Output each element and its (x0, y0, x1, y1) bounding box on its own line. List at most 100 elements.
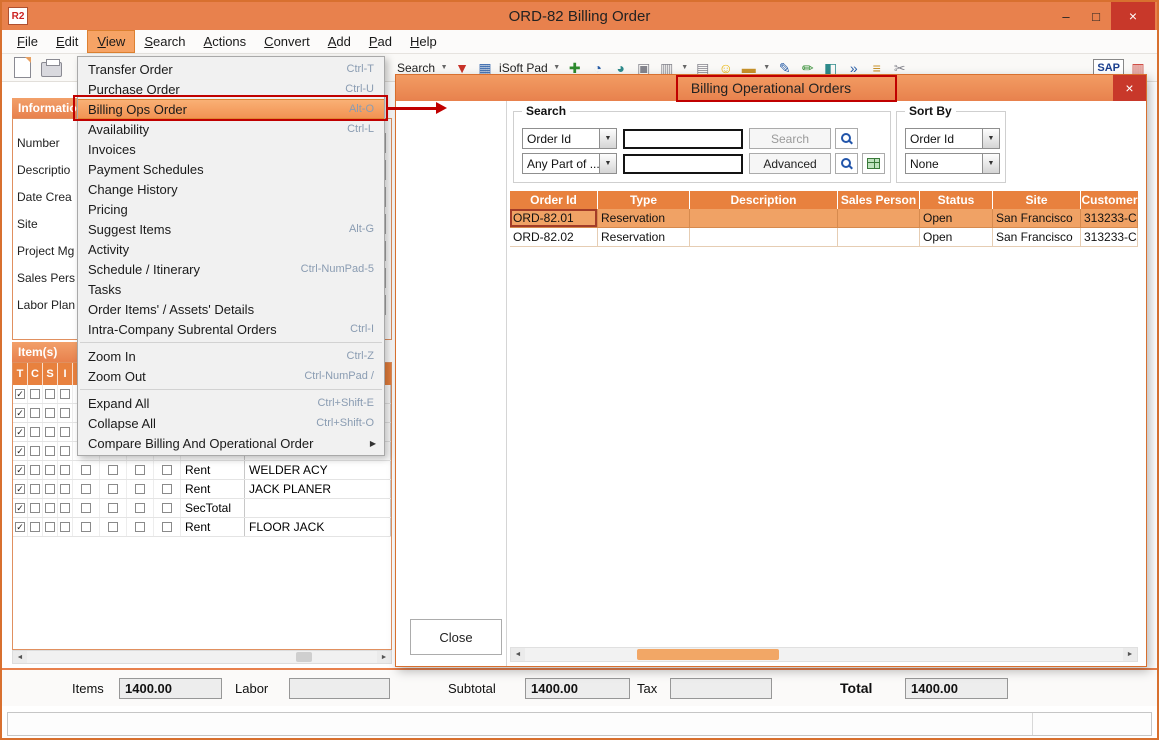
sort-secondary-combo[interactable]: None ▼ (905, 153, 1000, 174)
menubar-item[interactable]: Actions (195, 30, 256, 53)
checkbox[interactable] (30, 503, 40, 513)
items-table-row[interactable]: ✓ Rent WELDER ACY (13, 461, 391, 480)
checkbox[interactable] (108, 465, 118, 475)
checkbox[interactable] (45, 389, 55, 399)
menubar-item[interactable]: Convert (255, 30, 319, 53)
grid-column-header[interactable]: Sales Person (838, 191, 920, 209)
checkbox-checked[interactable]: ✓ (15, 389, 25, 399)
menu-item[interactable] (78, 386, 384, 393)
checkbox[interactable] (30, 408, 40, 418)
availability-icon[interactable]: ◔ (589, 61, 607, 75)
checkbox[interactable] (30, 446, 40, 456)
menubar-item[interactable]: Search (135, 30, 194, 53)
menu-item[interactable]: Zoom Out Ctrl-NumPad / (78, 366, 384, 386)
grid-row[interactable]: ORD-82.02 Reservation Open San Francisco… (510, 228, 1138, 247)
checkbox[interactable] (81, 465, 91, 475)
scroll-left-icon[interactable]: ◄ (511, 648, 525, 661)
checkbox[interactable] (60, 503, 70, 513)
money-icon[interactable]: ▬ (740, 61, 758, 75)
menu-item[interactable]: Compare Billing And Operational Order (78, 433, 384, 453)
checkbox[interactable] (135, 465, 145, 475)
close-button[interactable]: × (1111, 2, 1155, 30)
menu-item[interactable]: Suggest Items Alt-G (78, 219, 384, 239)
grid-column-header[interactable]: Site (993, 191, 1081, 209)
pad-label[interactable]: iSoft Pad (499, 62, 548, 74)
truck-icon[interactable]: ◧ (822, 61, 840, 75)
grid-column-header[interactable]: Type (598, 191, 690, 209)
checkbox[interactable] (162, 484, 172, 494)
menu-item[interactable]: Activity (78, 239, 384, 259)
scroll-right-icon[interactable]: ► (1123, 648, 1137, 661)
checkbox-checked[interactable]: ✓ (15, 465, 25, 475)
checkbox[interactable] (60, 522, 70, 532)
checkbox[interactable] (135, 522, 145, 532)
checkbox[interactable] (162, 503, 172, 513)
advanced-value-input[interactable] (623, 154, 743, 174)
items-horizontal-scrollbar[interactable]: ◄ ► (12, 650, 392, 664)
pad-icon[interactable]: ▦ (476, 61, 494, 75)
stamp-icon[interactable]: ▣ (635, 61, 653, 75)
checkbox[interactable] (30, 522, 40, 532)
checkbox[interactable] (162, 522, 172, 532)
menubar-item[interactable]: Pad (360, 30, 401, 53)
checkbox[interactable] (162, 465, 172, 475)
menubar-item[interactable]: File (8, 30, 47, 53)
menu-item[interactable]: Expand All Ctrl+Shift-E (78, 393, 384, 413)
search-caret-icon[interactable]: ▼ (440, 64, 448, 71)
add-icon[interactable]: ✚ (566, 61, 584, 75)
checkbox[interactable] (60, 427, 70, 437)
menu-item[interactable]: Payment Schedules (78, 159, 384, 179)
scroll-right-icon[interactable]: ► (377, 651, 391, 663)
checkbox[interactable] (45, 446, 55, 456)
menu-item[interactable]: Invoices (78, 139, 384, 159)
smiley-icon[interactable]: ☺ (717, 61, 735, 75)
printer-icon[interactable] (41, 62, 62, 77)
match-mode-combo[interactable]: Any Part of ... ▼ (522, 153, 617, 174)
menu-item[interactable]: Pricing (78, 199, 384, 219)
toolbar-search-label[interactable]: Search (397, 61, 435, 75)
sign-icon[interactable]: ✏ (799, 61, 817, 75)
caret-icon[interactable]: ▼ (763, 64, 771, 71)
maximize-button[interactable]: □ (1081, 2, 1111, 30)
items-table-row[interactable]: ✓ Rent JACK PLANER (13, 480, 391, 499)
chevron-down-icon[interactable]: ▼ (982, 154, 999, 173)
search-preview-icon-button[interactable] (835, 128, 858, 149)
list-caret-icon[interactable]: ▼ (681, 64, 689, 71)
grid-view-icon-button[interactable] (862, 153, 885, 174)
checkbox-checked[interactable]: ✓ (15, 503, 25, 513)
notes-icon[interactable]: ≡ (868, 61, 886, 75)
red-flag-icon[interactable]: ▼ (453, 61, 471, 75)
menu-item[interactable]: Transfer Order Ctrl-T (78, 59, 384, 79)
chevrons-icon[interactable]: » (845, 61, 863, 75)
checkbox[interactable] (108, 484, 118, 494)
checkbox-checked[interactable]: ✓ (15, 408, 25, 418)
menubar-item[interactable]: Edit (47, 30, 87, 53)
checkbox[interactable] (81, 522, 91, 532)
checkbox[interactable] (60, 465, 70, 475)
grid-column-header[interactable]: Order Id (510, 191, 598, 209)
checkbox-checked[interactable]: ✓ (15, 427, 25, 437)
globe-icon[interactable]: ◕ (612, 61, 630, 75)
checkbox[interactable] (60, 446, 70, 456)
checkbox[interactable] (60, 484, 70, 494)
chevron-down-icon[interactable]: ▼ (599, 129, 616, 148)
menu-item[interactable]: Zoom In Ctrl-Z (78, 346, 384, 366)
menu-item[interactable]: Schedule / Itinerary Ctrl-NumPad-5 (78, 259, 384, 279)
chevron-down-icon[interactable]: ▼ (599, 154, 616, 173)
checkbox[interactable] (135, 503, 145, 513)
scrollbar-thumb[interactable] (296, 652, 312, 662)
menu-item[interactable]: Billing Ops Order Alt-O (78, 99, 384, 119)
items-table-row[interactable]: ✓ Rent FLOOR JACK (13, 518, 391, 537)
checkbox[interactable] (30, 465, 40, 475)
checkbox[interactable] (45, 503, 55, 513)
pad-caret-icon[interactable]: ▼ (553, 64, 561, 71)
checkbox[interactable] (45, 427, 55, 437)
checkbox[interactable] (30, 484, 40, 494)
grid-row[interactable]: ORD-82.01 Reservation Open San Francisco… (510, 209, 1138, 228)
dialog-close-button[interactable]: × (1113, 75, 1146, 101)
menu-item[interactable]: Order Items' / Assets' Details (78, 299, 384, 319)
edit-icon[interactable]: ✎ (776, 61, 794, 75)
checkbox-checked[interactable]: ✓ (15, 484, 25, 494)
menu-item[interactable]: Purchase Order Ctrl-U (78, 79, 384, 99)
checkbox[interactable] (45, 522, 55, 532)
